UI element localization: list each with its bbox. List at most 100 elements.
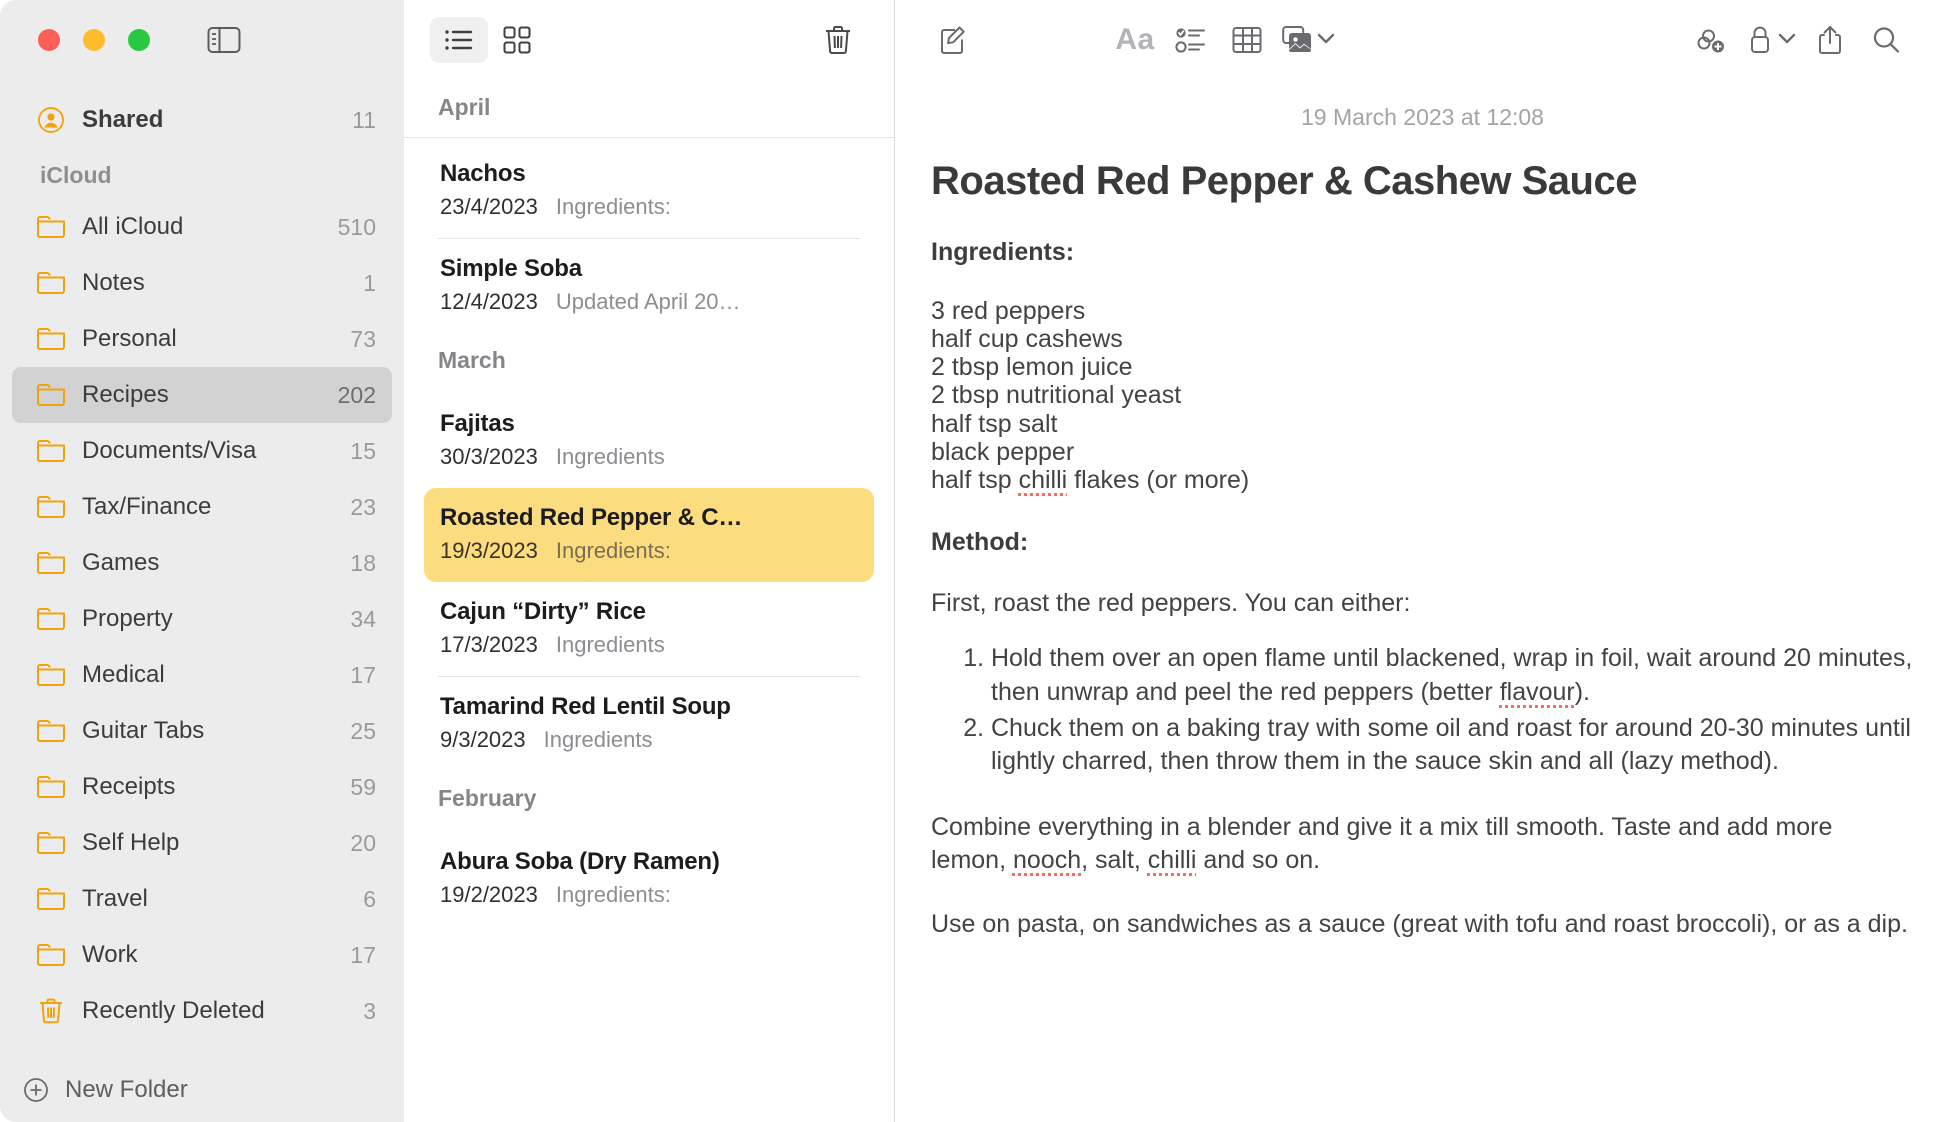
sidebar-item-property[interactable]: Property 34: [12, 591, 392, 647]
sidebar-item-recently-deleted[interactable]: Recently Deleted 3: [12, 983, 392, 1039]
note-item-snippet: Ingredients:: [555, 882, 671, 907]
sidebar-item-label: Notes: [82, 269, 145, 296]
traffic-lights: [38, 29, 150, 51]
sidebar-item-label: Self Help: [82, 829, 180, 856]
note-title[interactable]: Roasted Red Pepper & Cashew Sauce: [931, 141, 1914, 204]
text-format-icon[interactable]: Aa: [1107, 16, 1163, 64]
ingredient-line: black pepper: [931, 437, 1075, 466]
new-folder-button[interactable]: New Folder: [0, 1058, 404, 1122]
sidebar-item-count: 1: [363, 269, 376, 296]
note-list-item[interactable]: Simple Soba 12/4/2023 Updated April 20…: [424, 239, 874, 333]
sidebar: Shared 11 iCloud All iCloud 510 Notes 1 Pers…: [0, 0, 404, 1122]
note-list-item[interactable]: Nachos 23/4/2023 Ingredients:: [424, 144, 874, 238]
sidebar-item-games[interactable]: Games 18: [12, 535, 392, 591]
note-editor-panel: Aa 19 March 2023 at 12:08 Roasted Red Pe…: [895, 0, 1950, 1122]
sidebar-item-label: Documents/Visa: [82, 437, 257, 464]
note-item-title: Fajitas: [440, 410, 515, 437]
method-paragraph-2: Use on pasta, on sandwiches as a sauce (…: [931, 909, 1908, 938]
folder-icon: [36, 324, 66, 354]
note-list-item[interactable]: Roasted Red Pepper & C… 19/3/2023 Ingredie…: [424, 488, 874, 582]
close-button[interactable]: [38, 29, 60, 51]
table-icon[interactable]: [1219, 16, 1275, 64]
note-timestamp: 19 March 2023 at 12:08: [1301, 104, 1544, 130]
note-list-item[interactable]: Tamarind Red Lentil Soup 9/3/2023 Ingredie…: [424, 677, 874, 771]
minimize-button[interactable]: [83, 29, 105, 51]
plus-circle-icon: [22, 1076, 50, 1104]
add-people-link-icon[interactable]: [1682, 16, 1738, 64]
note-list-item[interactable]: Cajun “Dirty” Rice 17/3/2023 Ingredients: [424, 582, 874, 676]
note-item-meta: 19/3/2023 Ingredients:: [440, 538, 860, 564]
sidebar-item-shared[interactable]: Shared 11: [12, 92, 392, 148]
note-item-title: Roasted Red Pepper & C…: [440, 504, 743, 531]
sidebar-item-count: 73: [350, 325, 376, 352]
note-item-date: 30/3/2023: [440, 444, 538, 469]
note-item-date: 23/4/2023: [440, 194, 538, 219]
delete-note-button[interactable]: [816, 18, 860, 62]
sidebar-item-work[interactable]: Work 17: [12, 927, 392, 983]
sidebar-item-all-icloud[interactable]: All iCloud 510: [12, 199, 392, 255]
folder-icon: [36, 548, 66, 578]
ingredient-line: 2 tbsp nutritional yeast: [931, 381, 1182, 410]
sidebar-item-notes[interactable]: Notes 1: [12, 255, 392, 311]
notes-list-scroll[interactable]: April Nachos 23/4/2023 Ingredients: Simple S…: [404, 80, 894, 1122]
sidebar-item-medical[interactable]: Medical 17: [12, 647, 392, 703]
gallery-view-icon[interactable]: [488, 17, 546, 63]
sidebar-item-travel[interactable]: Travel 6: [12, 871, 392, 927]
folder-icon: [36, 828, 66, 858]
sidebar-item-count: 202: [337, 381, 376, 408]
share-icon[interactable]: [1802, 16, 1858, 64]
sidebar-item-guitar-tabs[interactable]: Guitar Tabs 25: [12, 703, 392, 759]
sidebar-item-documents-visa[interactable]: Documents/Visa 15: [12, 423, 392, 479]
folder-icon: [36, 380, 66, 410]
sidebar-item-count: 25: [350, 717, 376, 744]
note-list-item[interactable]: Fajitas 30/3/2023 Ingredients: [424, 394, 874, 488]
sidebar-item-personal[interactable]: Personal 73: [12, 311, 392, 367]
notes-month-header: March: [438, 347, 506, 373]
view-mode-segmented-control: [430, 17, 546, 63]
note-item-snippet: Ingredients: [543, 727, 653, 752]
sidebar-list: Shared 11 iCloud All iCloud 510 Notes 1 Pers…: [0, 80, 404, 1058]
note-item-snippet: Ingredients: [555, 632, 665, 657]
sidebar-item-count: 11: [352, 106, 376, 133]
sidebar-item-count: 17: [350, 661, 376, 688]
ingredients-list: 3 red peppers half cup cashews 2 tbsp lemo…: [931, 267, 1914, 494]
sidebar-item-count: 3: [363, 997, 376, 1024]
note-item-meta: 17/3/2023 Ingredients: [440, 632, 860, 658]
note-content[interactable]: 19 March 2023 at 12:08 Roasted Red Peppe…: [895, 80, 1950, 1122]
note-item-snippet: Updated April 20…: [555, 289, 741, 314]
ingredient-line: half cup cashews: [931, 325, 1123, 354]
list-view-icon[interactable]: [430, 17, 488, 63]
note-item-date: 9/3/2023: [440, 727, 526, 752]
note-item-date: 17/3/2023: [440, 632, 538, 657]
folder-icon: [36, 772, 66, 802]
checklist-icon[interactable]: [1163, 16, 1219, 64]
folder-icon: [36, 604, 66, 634]
note-item-meta: 19/2/2023 Ingredients:: [440, 882, 860, 908]
sidebar-item-label: Recipes: [82, 381, 169, 408]
note-item-title: Nachos: [440, 160, 526, 187]
note-list-item[interactable]: Abura Soba (Dry Ramen) 19/2/2023 Ingredien…: [424, 832, 874, 926]
search-icon[interactable]: [1858, 16, 1914, 64]
sidebar-item-label: Games: [82, 549, 160, 576]
sidebar-item-label: All iCloud: [82, 213, 184, 240]
sidebar-item-count: 6: [363, 885, 376, 912]
zoom-button[interactable]: [128, 29, 150, 51]
method-intro: First, roast the red peppers. You can ei…: [931, 588, 1411, 617]
notes-month-header: February: [438, 785, 537, 811]
sidebar-item-recipes[interactable]: Recipes 202: [12, 367, 392, 423]
folder-icon: [36, 492, 66, 522]
sidebar-item-tax-finance[interactable]: Tax/Finance 23: [12, 479, 392, 535]
compose-icon[interactable]: [925, 16, 981, 64]
note-item-title: Abura Soba (Dry Ramen): [440, 848, 720, 875]
folder-icon: [36, 884, 66, 914]
sidebar-item-receipts[interactable]: Receipts 59: [12, 759, 392, 815]
sidebar-item-label: Guitar Tabs: [82, 717, 205, 744]
sidebar-item-self-help[interactable]: Self Help 20: [12, 815, 392, 871]
sidebar-item-count: 15: [350, 437, 376, 464]
misspelled-word: chilli: [1018, 465, 1068, 494]
sidebar-toggle-icon[interactable]: [206, 25, 242, 55]
notes-app-window: Shared 11 iCloud All iCloud 510 Notes 1 Pers…: [0, 0, 1950, 1122]
lock-chevron-down-icon[interactable]: [1776, 27, 1802, 53]
chevron-down-icon[interactable]: [1315, 27, 1341, 53]
notes-list-panel: April Nachos 23/4/2023 Ingredients: Simple S…: [404, 0, 895, 1122]
